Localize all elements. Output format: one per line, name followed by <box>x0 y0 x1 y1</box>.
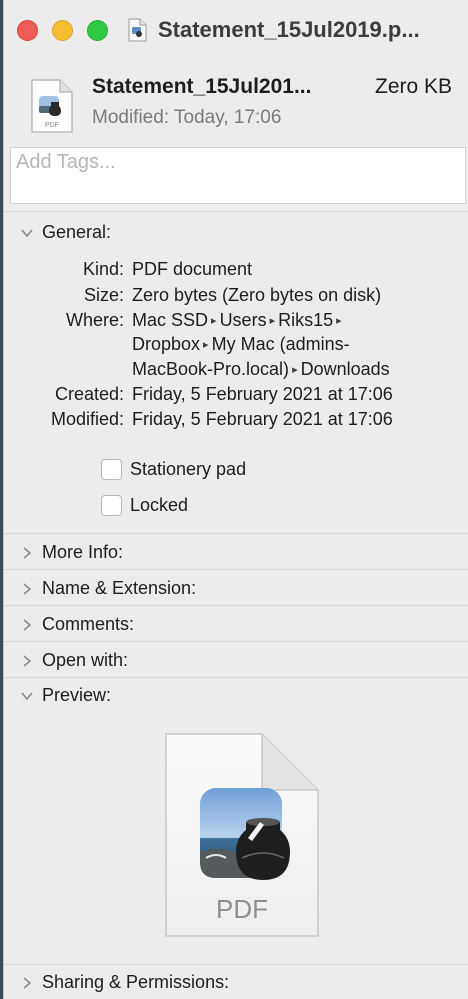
size-label: Size: <box>83 285 124 305</box>
chevron-right-icon[interactable] <box>20 654 34 668</box>
created-label: Created: <box>54 384 124 404</box>
path-my-mac: My Mac (admins- <box>211 334 350 354</box>
kind-value: PDF document <box>132 259 253 279</box>
section-preview-label: Preview: <box>42 685 112 705</box>
zoom-button[interactable] <box>87 20 108 41</box>
path-macbook-pro: MacBook-Pro.local) <box>132 359 290 379</box>
info-window: Statement_15Jul2019.p... PDF Statement_1… <box>3 0 468 999</box>
divider <box>4 677 468 678</box>
locked-checkbox[interactable] <box>101 495 122 516</box>
svg-text:PDF: PDF <box>216 894 268 924</box>
document-proxy-icon[interactable] <box>128 18 147 42</box>
chevron-right-icon[interactable] <box>20 582 34 596</box>
divider <box>4 569 468 570</box>
chevron-down-icon[interactable] <box>20 689 34 703</box>
section-comments-label: Comments: <box>42 614 135 634</box>
path-mac-ssd: Mac SSD <box>132 310 209 330</box>
divider <box>4 605 468 606</box>
section-more-info-label: More Info: <box>42 542 124 562</box>
modified-label: Modified: <box>92 107 170 128</box>
tags-field[interactable] <box>10 147 466 204</box>
path-separator-icon: ▸ <box>203 339 209 351</box>
where-path-line-1: Mac SSD ▸ Users ▸ Riks15 ▸ <box>132 310 345 331</box>
modified-value: Today, 17:06 <box>174 107 282 128</box>
close-button[interactable] <box>17 20 38 41</box>
section-more-info[interactable]: More Info: <box>4 539 468 569</box>
window-title: Statement_15Jul2019.p... <box>158 17 420 42</box>
section-open-with-label: Open with: <box>42 650 129 670</box>
file-name: Statement_15Jul201... <box>92 75 312 98</box>
path-separator-icon: ▸ <box>336 315 342 327</box>
path-separator-icon: ▸ <box>292 364 298 376</box>
modified-date-label: Modified: <box>50 409 124 429</box>
modified-summary: Modified: Today, 17:06 <box>92 107 281 129</box>
path-separator-icon: ▸ <box>269 315 276 327</box>
section-name-extension-label: Name & Extension: <box>42 578 197 598</box>
file-header: PDF Statement_15Jul201... Zero KB Modifi… <box>4 62 468 144</box>
chevron-down-icon[interactable] <box>20 226 34 240</box>
where-path-line-3: MacBook-Pro.local) ▸ Downloads <box>132 359 390 380</box>
chevron-right-icon[interactable] <box>20 546 34 560</box>
chevron-right-icon[interactable] <box>20 618 34 632</box>
divider <box>4 964 468 965</box>
path-riks15: Riks15 <box>278 310 334 330</box>
created-value: Friday, 5 February 2021 at 17:06 <box>132 384 393 404</box>
section-name-extension[interactable]: Name & Extension: <box>4 575 468 605</box>
locked-label[interactable]: Locked <box>130 495 188 516</box>
path-users: Users <box>219 310 267 330</box>
section-comments[interactable]: Comments: <box>4 611 468 641</box>
divider <box>4 533 468 534</box>
stationery-pad-checkbox[interactable] <box>101 459 122 480</box>
kind-label: Kind: <box>82 259 124 279</box>
where-label: Where: <box>65 310 124 330</box>
modified-date-value: Friday, 5 February 2021 at 17:06 <box>132 409 393 429</box>
where-path-line-2: Dropbox ▸ My Mac (admins- <box>132 334 350 355</box>
pdf-document-icon: PDF <box>31 79 73 133</box>
file-size: Zero KB <box>375 75 453 98</box>
path-dropbox: Dropbox <box>132 334 201 354</box>
section-general-label: General: <box>42 222 112 242</box>
section-open-with[interactable]: Open with: <box>4 647 468 677</box>
section-general[interactable]: General: <box>4 219 468 249</box>
size-value: Zero bytes (Zero bytes on disk) <box>132 285 382 305</box>
divider <box>4 211 468 212</box>
section-sharing-permissions[interactable]: Sharing & Permissions: <box>4 969 468 999</box>
divider <box>4 641 468 642</box>
section-preview[interactable]: Preview: <box>4 682 468 712</box>
chevron-right-icon[interactable] <box>20 976 34 990</box>
minimize-button[interactable] <box>52 20 73 41</box>
stationery-pad-label[interactable]: Stationery pad <box>130 459 246 480</box>
pdf-preview-icon: PDF <box>165 733 319 937</box>
title-bar[interactable]: Statement_15Jul2019.p... <box>4 0 468 62</box>
path-downloads: Downloads <box>300 359 390 379</box>
tags-input[interactable] <box>11 148 465 177</box>
svg-text:PDF: PDF <box>45 122 59 129</box>
section-sharing-permissions-label: Sharing & Permissions: <box>42 972 230 992</box>
path-separator-icon: ▸ <box>211 315 217 327</box>
